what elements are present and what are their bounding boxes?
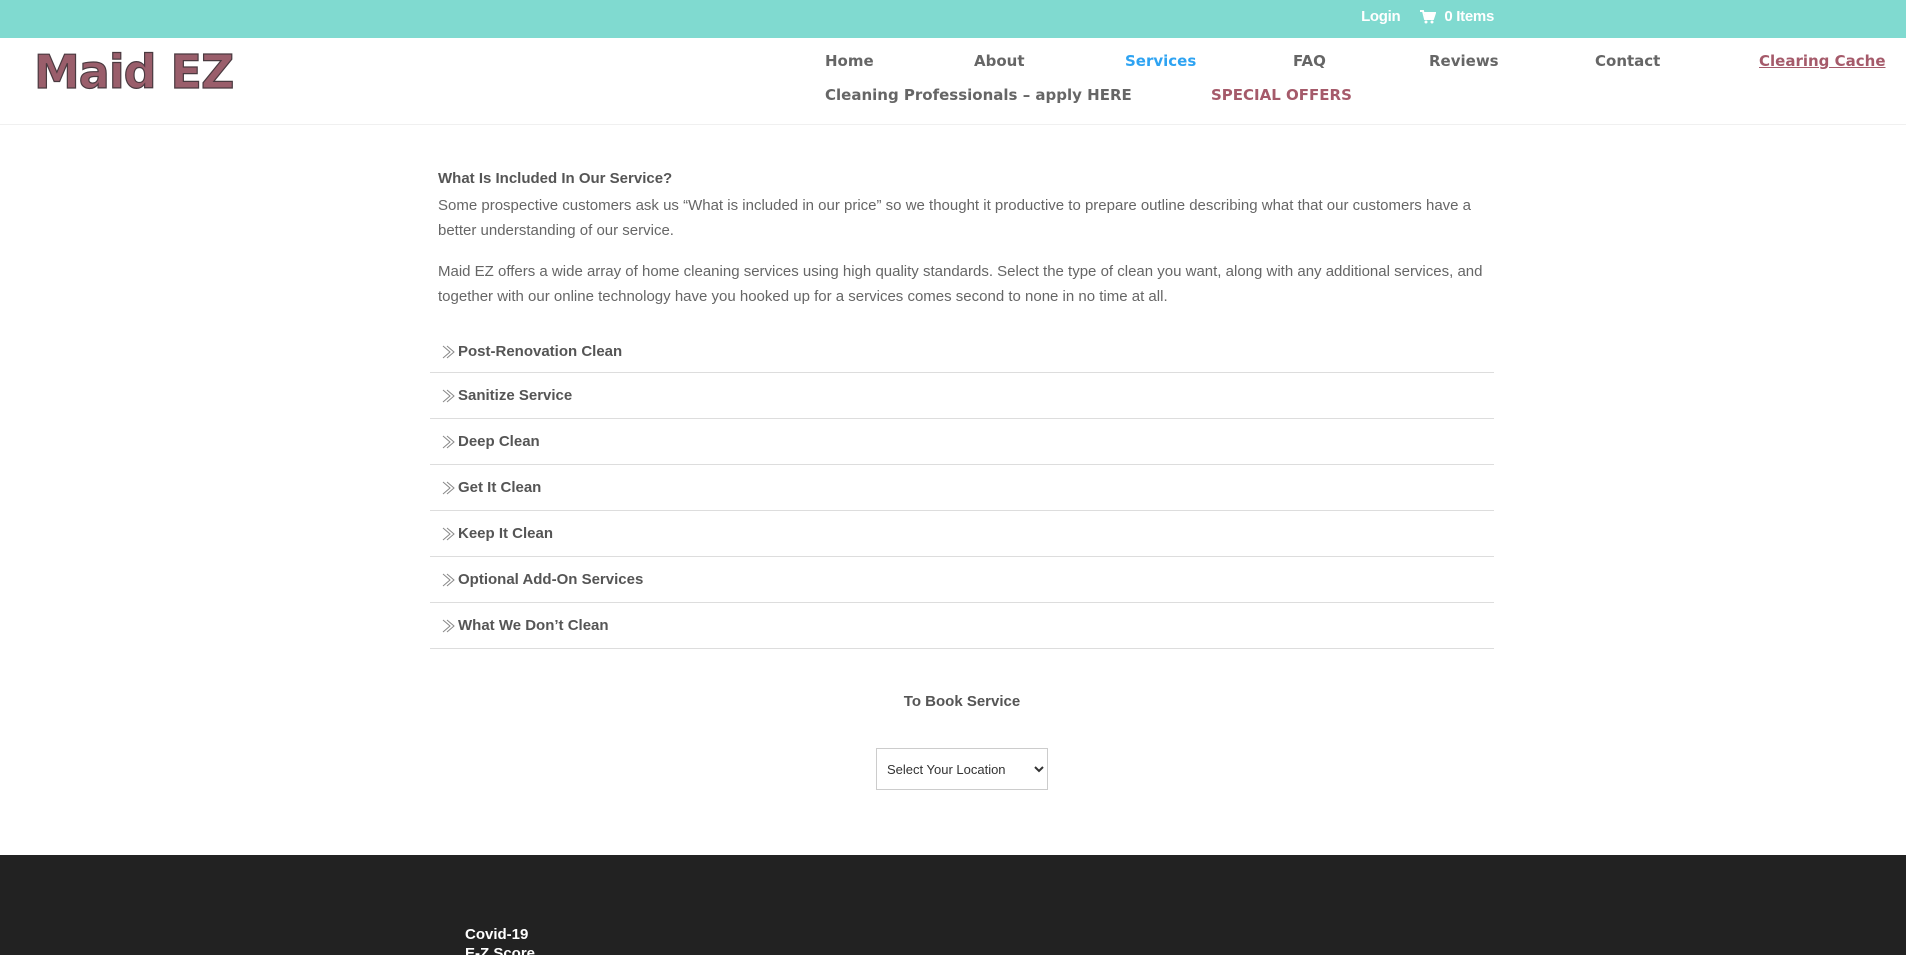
chevron-right-icon	[440, 572, 456, 588]
chevron-right-icon	[440, 526, 456, 542]
intro-paragraph: Some prospective customers ask us “What …	[438, 197, 1472, 239]
footer-heading: Covid-19	[465, 926, 529, 943]
intro-heading: What Is Included In Our Service?	[438, 170, 673, 187]
book-service-heading: To Book Service	[903, 693, 1021, 710]
accordion-label: What We Don’t Clean	[458, 617, 609, 634]
nav-special-offers[interactable]: SPECIAL OFFERS	[1211, 86, 1352, 104]
site-footer: Covid-19 E-Z Score	[0, 855, 1906, 962]
services-accordion: Post-Renovation Clean Sanitize Service D…	[430, 331, 1494, 649]
accordion-item-sanitize[interactable]: Sanitize Service	[430, 373, 1494, 419]
nav-about[interactable]: About	[974, 52, 1025, 70]
chevron-right-icon	[440, 434, 456, 450]
accordion-item-deep-clean[interactable]: Deep Clean	[430, 419, 1494, 465]
top-bar: Login 0 Items	[0, 0, 1906, 38]
nav-services[interactable]: Services	[1125, 52, 1196, 70]
top-links: Login 0 Items	[1361, 8, 1494, 25]
chevron-right-icon	[440, 480, 456, 496]
main-content: What Is Included In Our Service? Some pr…	[430, 170, 1494, 790]
nav-reviews[interactable]: Reviews	[1429, 52, 1499, 70]
login-link[interactable]: Login	[1361, 8, 1401, 25]
accordion-item-add-on-services[interactable]: Optional Add-On Services	[430, 557, 1494, 603]
accordion-label: Get It Clean	[458, 479, 542, 496]
accordion-item-post-renovation[interactable]: Post-Renovation Clean	[430, 331, 1494, 373]
nav-cleaning-professionals[interactable]: Cleaning Professionals – apply HERE	[825, 86, 1132, 104]
accordion-label: Deep Clean	[458, 433, 540, 450]
shopping-cart-icon	[1420, 9, 1437, 24]
accordion-item-what-we-dont-clean[interactable]: What We Don’t Clean	[430, 603, 1494, 649]
nav-faq[interactable]: FAQ	[1293, 52, 1326, 70]
location-select-wrap: Select Your Location	[430, 748, 1494, 790]
second-paragraph: Maid EZ offers a wide array of home clea…	[438, 263, 1483, 305]
accordion-item-keep-it-clean[interactable]: Keep It Clean	[430, 511, 1494, 557]
accordion-label: Optional Add-On Services	[458, 571, 644, 588]
chevron-right-icon	[440, 344, 456, 360]
site-header: Maid EZ Home About Services FAQ Reviews …	[0, 38, 1906, 124]
accordion-item-get-it-clean[interactable]: Get It Clean	[430, 465, 1494, 511]
accordion-label: Keep It Clean	[458, 525, 554, 542]
cart-count: 0 Items	[1444, 8, 1494, 25]
site-logo[interactable]: Maid EZ	[33, 47, 235, 97]
footer-column: Covid-19 E-Z Score	[465, 925, 535, 963]
cart-link[interactable]: 0 Items	[1420, 8, 1494, 25]
accordion-label: Sanitize Service	[458, 387, 573, 404]
nav-contact[interactable]: Contact	[1595, 52, 1660, 70]
nav-clearing-cache[interactable]: Clearing Cache	[1759, 52, 1886, 70]
location-select[interactable]: Select Your Location	[876, 748, 1048, 790]
footer-partial-link[interactable]: E-Z Score	[465, 944, 535, 963]
chevron-right-icon	[440, 618, 456, 634]
chevron-right-icon	[440, 388, 456, 404]
nav-home[interactable]: Home	[825, 52, 874, 70]
accordion-label: Post-Renovation Clean	[458, 343, 623, 360]
